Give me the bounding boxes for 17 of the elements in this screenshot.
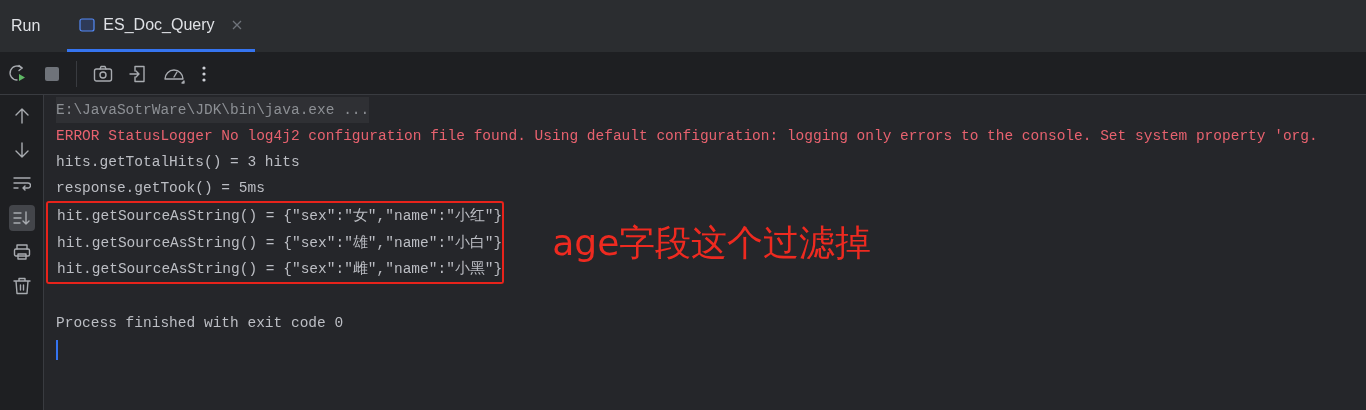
close-icon[interactable] [230, 18, 243, 31]
panel-title: Run [10, 16, 42, 36]
scroll-end-icon[interactable] [8, 205, 35, 231]
stop-icon[interactable] [44, 65, 60, 82]
sign-in-icon[interactable] [129, 64, 147, 83]
rerun-icon[interactable] [8, 63, 28, 84]
output-line: hit.getSourceAsString() = {"sex":"女","name":"小红"} [46, 201, 505, 230]
error-line: ERROR StatusLogger No log4j2 configuration file found. Using default configuration: logging only errors to the console. Set system property 'org. [56, 127, 1318, 146]
output-line: hit.getSourceAsString() = {"sex":"雄","name":"小白"} [46, 229, 505, 256]
output-line: hit.getSourceAsString() = {"sex":"雌","name":"小黑"} [46, 255, 505, 284]
camera-icon[interactable] [93, 64, 113, 83]
more-icon[interactable] [201, 64, 207, 83]
annotation-text: age字段这个过滤掉 [552, 220, 872, 265]
exit-message: Process finished with exit code 0 [56, 314, 344, 333]
window-icon [79, 16, 96, 33]
output-line: hits.getTotalHits() = 3 hits [56, 153, 300, 172]
output-line: response.getTook() = 5ms [56, 179, 265, 198]
